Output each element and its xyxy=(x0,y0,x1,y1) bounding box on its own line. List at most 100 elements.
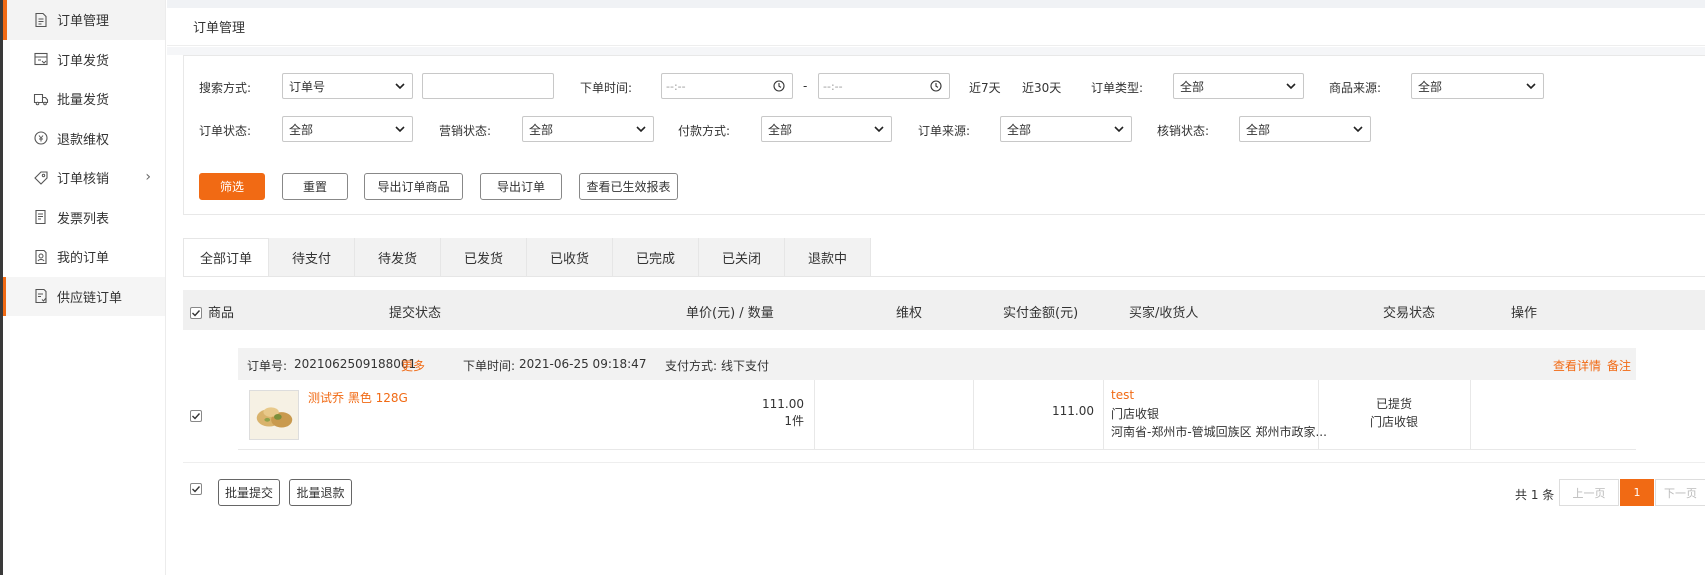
sidebar-item-batch-shipping[interactable]: 批量发货 xyxy=(3,79,165,119)
product-name-link[interactable]: 测试乔 黑色 128G xyxy=(308,389,408,406)
column-buyer: 买家/收货人 xyxy=(1129,306,1199,321)
date-separator: - xyxy=(803,79,808,93)
verify-status-value: 全部 xyxy=(1246,122,1271,137)
remark-link[interactable]: 备注 xyxy=(1607,357,1631,374)
order-type-label: 订单类型: xyxy=(1091,81,1144,95)
reset-button[interactable]: 重置 xyxy=(282,173,348,200)
tab-completed[interactable]: 已完成 xyxy=(613,238,699,276)
order-time-label: 下单时间: xyxy=(463,359,516,373)
divider xyxy=(814,380,815,450)
more-link[interactable]: 更多 xyxy=(401,357,425,374)
main-content: 订单管理 搜索方式: 订单号 下单时间: --:-- - --:-- 近7天 近… xyxy=(167,0,1705,575)
start-date-input[interactable]: --:-- xyxy=(661,73,793,99)
column-paid-amount: 实付金额(元) xyxy=(1003,306,1079,321)
order-type-value: 全部 xyxy=(1180,79,1205,94)
order-row-checkbox[interactable] xyxy=(190,410,202,422)
view-reports-button[interactable]: 查看已生效报表 xyxy=(579,173,678,200)
prev-page-button[interactable]: 上一页 xyxy=(1559,479,1619,506)
sidebar-item-my-orders[interactable]: 我的订单 xyxy=(3,237,165,277)
pay-method-label: 支付方式: xyxy=(665,359,718,373)
quantity: 1件 xyxy=(784,414,804,428)
chevron-down-icon xyxy=(636,126,646,133)
verify-status-label: 核销状态: xyxy=(1157,124,1210,138)
column-rights: 维权 xyxy=(896,306,923,321)
tag-icon xyxy=(33,170,49,186)
export-goods-button[interactable]: 导出订单商品 xyxy=(364,173,463,200)
chevron-down-icon xyxy=(1353,126,1363,133)
search-keyword-input[interactable] xyxy=(422,73,554,99)
tab-refunding[interactable]: 退款中 xyxy=(785,238,871,276)
tab-all-orders[interactable]: 全部订单 xyxy=(183,238,269,276)
pay-method-select[interactable]: 全部 xyxy=(761,116,892,142)
refund-icon xyxy=(33,130,49,146)
tab-pending-shipment[interactable]: 待发货 xyxy=(355,238,441,276)
column-actions: 操作 xyxy=(1511,306,1538,321)
sidebar-item-supply-orders[interactable]: 供应链订单 xyxy=(3,276,165,316)
filter-panel: 搜索方式: 订单号 下单时间: --:-- - --:-- 近7天 近30天 订… xyxy=(183,55,1705,215)
page-1-button[interactable]: 1 xyxy=(1620,479,1654,506)
order-time: 2021-06-25 09:18:47 xyxy=(519,357,647,371)
search-mode-value: 订单号 xyxy=(289,79,326,94)
supply-order-icon xyxy=(33,288,49,304)
order-no: 2021062509188001 xyxy=(294,357,417,371)
column-price-qty: 单价(元) / 数量 xyxy=(686,306,774,321)
order-header: 订单号: 2021062509188001 更多 下单时间: 2021-06-2… xyxy=(238,348,1636,380)
trade-status: 已提货 xyxy=(1375,397,1412,411)
bulk-submit-button[interactable]: 批量提交 xyxy=(218,479,280,506)
check-icon xyxy=(192,310,201,317)
sidebar-item-order-verify[interactable]: 订单核销 › xyxy=(3,158,165,198)
breadcrumb: 订单管理 xyxy=(167,8,1705,46)
receiver-address: 河南省-郑州市-管城回族区 郑州市政家... xyxy=(1111,425,1327,439)
select-all-checkbox[interactable] xyxy=(190,307,202,319)
marketing-status-value: 全部 xyxy=(529,122,554,137)
top-strip xyxy=(167,0,1705,8)
table-row: 测试乔 黑色 128G 111.00 1件 111.00 test 门店收银 河… xyxy=(238,380,1636,450)
order-status-label: 订单状态: xyxy=(199,124,252,138)
chevron-down-icon xyxy=(1114,126,1124,133)
product-image xyxy=(249,390,299,440)
sidebar-item-label: 订单管理 xyxy=(57,14,110,30)
end-date-input[interactable]: --:-- xyxy=(818,73,950,99)
marketing-status-select[interactable]: 全部 xyxy=(522,116,654,142)
verify-status-select[interactable]: 全部 xyxy=(1239,116,1371,142)
column-submit-status: 提交状态 xyxy=(389,306,442,321)
filter-button[interactable]: 筛选 xyxy=(199,173,265,200)
divider xyxy=(167,47,1705,55)
sidebar-item-order-management[interactable]: 订单管理 xyxy=(3,0,165,40)
view-detail-link[interactable]: 查看详情 xyxy=(1553,357,1601,374)
tab-pending-payment[interactable]: 待支付 xyxy=(269,238,355,276)
order-source-value: 全部 xyxy=(1007,122,1032,137)
my-order-icon xyxy=(33,249,49,265)
sidebar-item-invoice-list[interactable]: 发票列表 xyxy=(3,198,165,238)
bulk-select-checkbox[interactable] xyxy=(190,483,202,495)
last-30-days-link[interactable]: 近30天 xyxy=(1022,79,1061,96)
search-mode-select[interactable]: 订单号 xyxy=(282,73,413,99)
export-orders-button[interactable]: 导出订单 xyxy=(480,173,562,200)
goods-source-value: 全部 xyxy=(1418,79,1443,94)
sidebar-item-refund[interactable]: 退款维权 xyxy=(3,119,165,159)
order-time-label: 下单时间: xyxy=(580,81,633,95)
tab-closed[interactable]: 已关闭 xyxy=(699,238,785,276)
clock-icon xyxy=(930,80,942,92)
goods-source-select[interactable]: 全部 xyxy=(1411,73,1544,99)
order-status-tabs: 全部订单 待支付 待发货 已发货 已收货 已完成 已关闭 退款中 xyxy=(183,238,871,276)
next-page-button[interactable]: 下一页 xyxy=(1655,479,1705,506)
marketing-status-label: 营销状态: xyxy=(439,124,492,138)
truck-icon xyxy=(33,91,49,107)
last-7-days-link[interactable]: 近7天 xyxy=(969,79,1001,96)
start-date-placeholder: --:-- xyxy=(666,79,686,93)
sidebar-item-label: 我的订单 xyxy=(57,251,110,267)
pay-method: 线下支付 xyxy=(721,359,770,373)
buyer-name-link[interactable]: test xyxy=(1111,388,1134,402)
order-source-select[interactable]: 全部 xyxy=(1000,116,1132,142)
divider xyxy=(1470,380,1471,450)
tab-shipped[interactable]: 已发货 xyxy=(441,238,527,276)
bulk-refund-button[interactable]: 批量退款 xyxy=(289,479,352,506)
tab-received[interactable]: 已收货 xyxy=(527,238,613,276)
sidebar-item-order-shipping[interactable]: 订单发货 xyxy=(3,40,165,80)
column-trade-status: 交易状态 xyxy=(1383,306,1436,321)
sidebar-item-label: 供应链订单 xyxy=(57,290,123,306)
order-type-select[interactable]: 全部 xyxy=(1173,73,1304,99)
order-status-select[interactable]: 全部 xyxy=(282,116,413,142)
total-count: 共 1 条 xyxy=(1515,488,1555,502)
